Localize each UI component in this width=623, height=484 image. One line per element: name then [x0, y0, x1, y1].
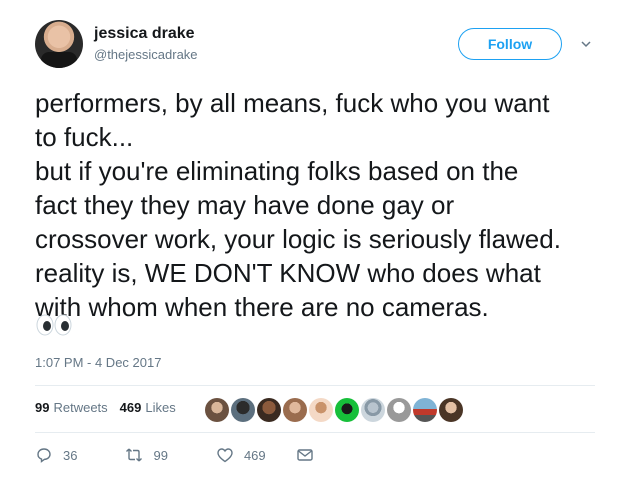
retweet-icon[interactable]	[125, 446, 143, 464]
heart-icon[interactable]	[216, 446, 234, 464]
tweet-actions: 36 99 469	[35, 446, 314, 464]
likes-count[interactable]: 469	[120, 400, 142, 415]
user-avatar[interactable]	[35, 20, 83, 68]
tweet-line: reality is, WE DON'T KNOW who does what	[35, 258, 541, 288]
tweet-stats: 99 Retweets 469 Likes	[35, 400, 176, 415]
liker-avatar[interactable]	[335, 398, 359, 422]
eyes-emoji-icon	[36, 314, 72, 336]
tweet-line: to fuck...	[35, 122, 134, 152]
liker-avatar[interactable]	[231, 398, 255, 422]
liker-avatar[interactable]	[439, 398, 463, 422]
retweets-count[interactable]: 99	[35, 400, 49, 415]
message-action[interactable]	[296, 446, 314, 464]
liker-avatar[interactable]	[413, 398, 437, 422]
user-handle[interactable]: @thejessicadrake	[94, 47, 198, 62]
tweet-line: performers, by all means, fuck who you w…	[35, 88, 550, 118]
liker-avatars	[205, 398, 465, 422]
liker-avatar[interactable]	[361, 398, 385, 422]
reply-count: 36	[63, 447, 78, 463]
tweet-line: but if you're eliminating folks based on…	[35, 156, 519, 186]
tweet-timestamp[interactable]: 1:07 PM - 4 Dec 2017	[35, 355, 161, 370]
liker-avatar[interactable]	[283, 398, 307, 422]
reply-icon[interactable]	[35, 446, 53, 464]
liker-avatar[interactable]	[257, 398, 281, 422]
like-action[interactable]: 469	[216, 446, 266, 464]
tweet-line: with whom when there are no cameras.	[35, 292, 489, 322]
user-display-name[interactable]: jessica drake	[94, 25, 195, 43]
chevron-down-icon[interactable]	[580, 38, 592, 50]
divider	[35, 432, 595, 433]
reply-action[interactable]: 36	[35, 446, 77, 464]
retweets-label[interactable]: Retweets	[53, 400, 107, 415]
divider	[35, 385, 595, 386]
tweet-line: crossover work, your logic is seriously …	[35, 224, 561, 254]
follow-button[interactable]: Follow	[458, 28, 562, 60]
like-count: 469	[243, 447, 266, 463]
likes-label[interactable]: Likes	[145, 400, 175, 415]
tweet-text: performers, by all means, fuck who you w…	[35, 86, 595, 324]
retweet-count: 99	[153, 447, 168, 463]
retweet-action[interactable]: 99	[125, 446, 168, 464]
liker-avatar[interactable]	[387, 398, 411, 422]
liker-avatar[interactable]	[309, 398, 333, 422]
tweet-line: fact they they may have done gay or	[35, 190, 455, 220]
liker-avatar[interactable]	[205, 398, 229, 422]
envelope-icon[interactable]	[296, 446, 314, 464]
